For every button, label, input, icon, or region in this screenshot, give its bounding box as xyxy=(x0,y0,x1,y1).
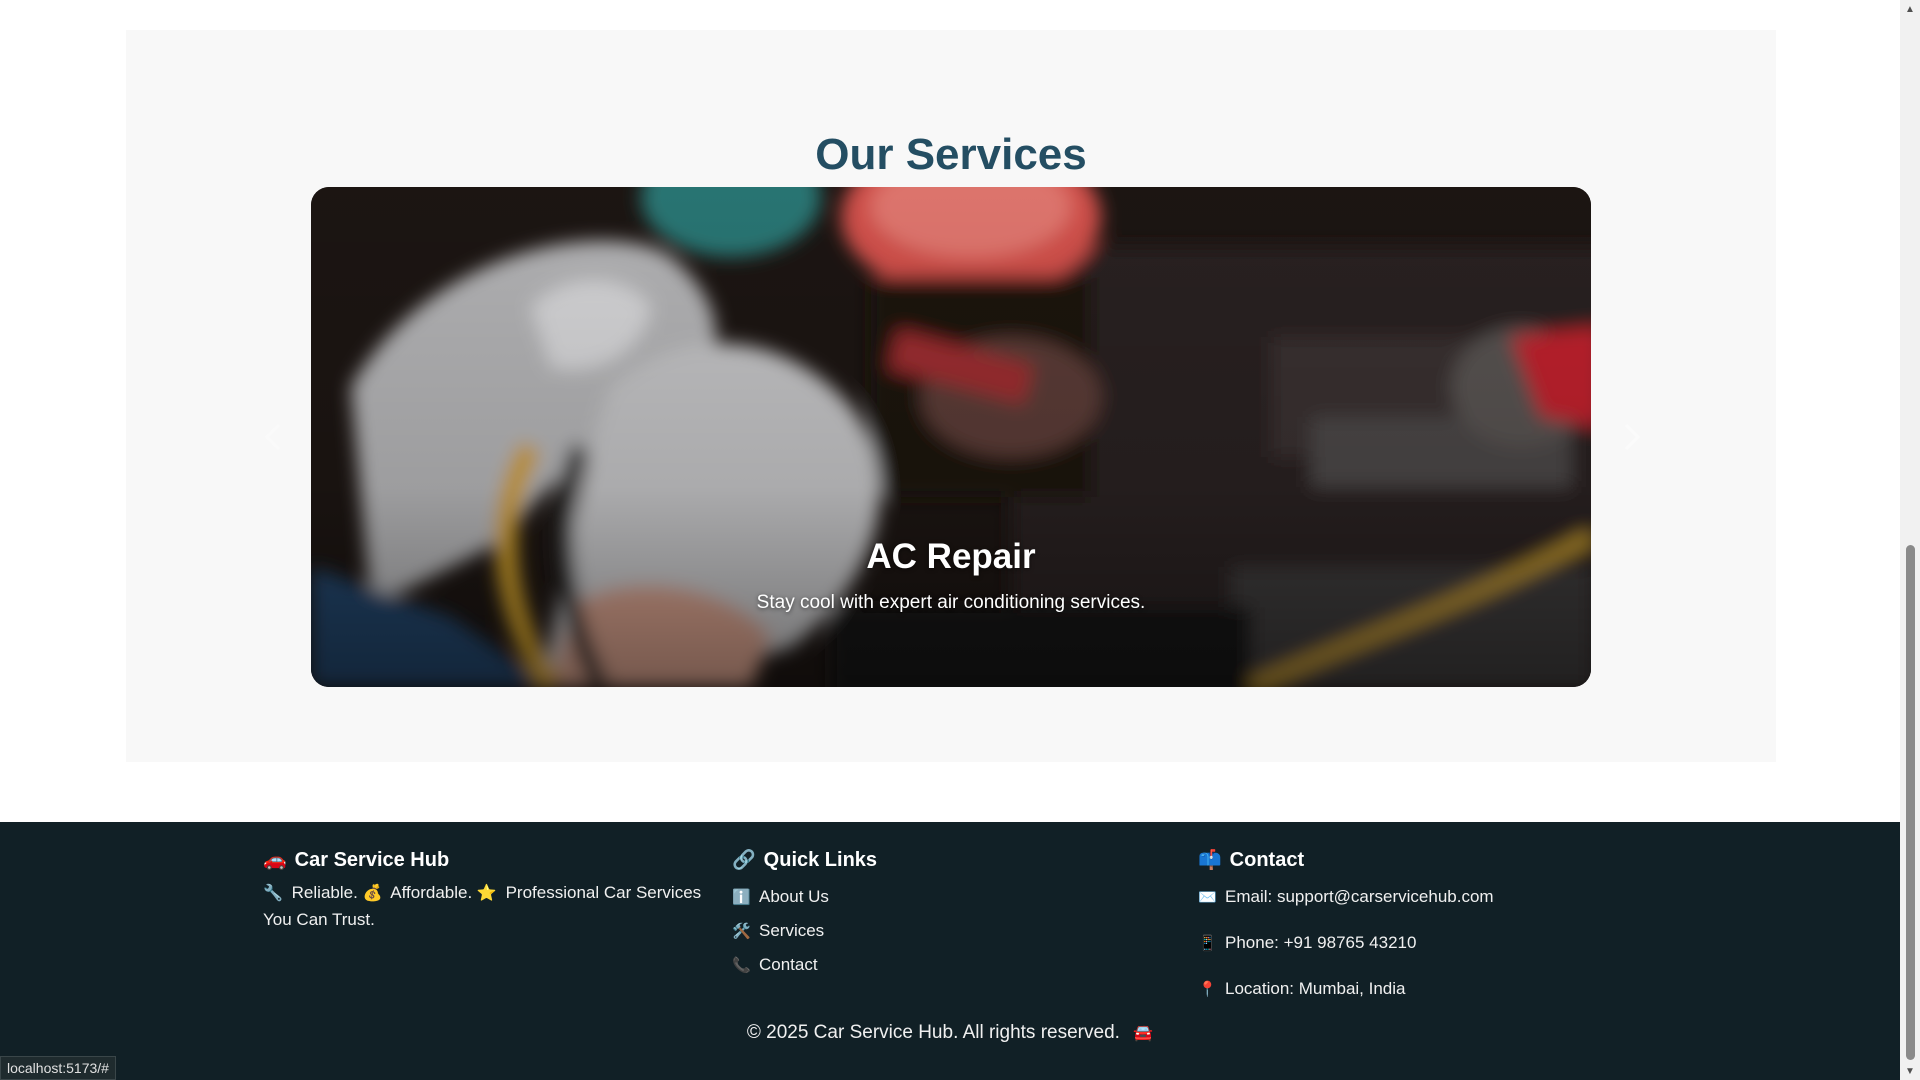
copyright: © 2025 Car Service Hub. All rights reser… xyxy=(0,1022,1900,1044)
contact-link[interactable]: Contact xyxy=(759,955,818,975)
chevron-left-icon xyxy=(264,423,281,451)
tagline-affordable: Affordable. xyxy=(390,883,473,902)
chevron-right-icon xyxy=(1624,423,1641,451)
info-icon: ℹ️ xyxy=(732,889,751,906)
wrench-icon: 🔧 xyxy=(263,885,283,902)
contact-heading: 📫 Contact xyxy=(1198,846,1718,874)
contact-location: 📍 Location: Mumbai, India xyxy=(1198,966,1718,1012)
star-icon: ⭐ xyxy=(476,885,497,902)
footer: 🚗 Car Service Hub 🔧 Reliable. 💰 Affordab… xyxy=(0,822,1900,1080)
footer-brand: 🚗 Car Service Hub 🔧 Reliable. 💰 Affordab… xyxy=(263,846,713,933)
footer-quick-links: 🔗 Quick Links ℹ️ About Us 🛠️ Services 📞 … xyxy=(732,846,1172,982)
envelope-icon: ✉️ xyxy=(1198,889,1217,906)
contact-list: ✉️ Email: support@carservicehub.com 📱 Ph… xyxy=(1198,874,1718,1012)
phone-text: Phone: +91 98765 43210 xyxy=(1225,933,1417,952)
phone-icon: 📞 xyxy=(732,957,751,974)
scrollbar-thumb[interactable] xyxy=(1906,545,1915,1060)
contact-phone: 📱 Phone: +91 98765 43210 xyxy=(1198,920,1718,966)
location-text: Location: Mumbai, India xyxy=(1225,979,1406,998)
tagline-reliable: Reliable. xyxy=(291,883,358,902)
services-section: Our Services AC Repair Stay cool with ex… xyxy=(126,30,1776,762)
car-front-icon: 🚘 xyxy=(1133,1025,1154,1042)
contact-title: Contact xyxy=(1229,848,1305,871)
quick-link-about: ℹ️ About Us xyxy=(732,880,1172,914)
quick-link-services: 🛠️ Services xyxy=(732,914,1172,948)
email-link[interactable]: support@carservicehub.com xyxy=(1277,887,1494,907)
footer-brand-heading: 🚗 Car Service Hub xyxy=(263,846,713,874)
location-pin-icon: 📍 xyxy=(1198,981,1217,998)
email-label: Email: xyxy=(1225,887,1273,906)
slide-title: AC Repair xyxy=(866,537,1036,576)
scroll-up-arrow-icon[interactable]: ▲ xyxy=(1900,0,1920,18)
contact-email: ✉️ Email: support@carservicehub.com xyxy=(1198,874,1718,920)
status-bar-url: localhost:5173/# xyxy=(0,1056,116,1080)
quick-links-list: ℹ️ About Us 🛠️ Services 📞 Contact xyxy=(732,880,1172,982)
services-link[interactable]: Services xyxy=(759,921,824,941)
scroll-down-arrow-icon[interactable]: ▼ xyxy=(1900,1062,1920,1080)
services-carousel[interactable]: AC Repair Stay cool with expert air cond… xyxy=(311,187,1591,687)
quick-link-contact: 📞 Contact xyxy=(732,948,1172,982)
quick-links-title: Quick Links xyxy=(763,848,878,871)
car-icon: 🚗 xyxy=(263,850,287,871)
vertical-scrollbar[interactable]: ▲ ▼ xyxy=(1900,0,1920,1080)
mobile-phone-icon: 📱 xyxy=(1198,935,1217,952)
tools-icon: 🛠️ xyxy=(732,923,751,940)
carousel-prev-button[interactable] xyxy=(257,417,291,457)
footer-contact: 📫 Contact ✉️ Email: support@carservicehu… xyxy=(1198,846,1718,1012)
about-us-link[interactable]: About Us xyxy=(759,887,829,907)
footer-brand-tagline: 🔧 Reliable. 💰 Affordable. ⭐ Professional… xyxy=(263,880,713,933)
page: Our Services AC Repair Stay cool with ex… xyxy=(0,0,1920,1080)
mailbox-icon: 📫 xyxy=(1198,850,1222,871)
copyright-text: © 2025 Car Service Hub. All rights reser… xyxy=(746,1022,1120,1043)
money-bag-icon: 💰 xyxy=(362,885,383,902)
carousel-next-button[interactable] xyxy=(1614,417,1648,457)
footer-brand-title: Car Service Hub xyxy=(294,848,450,871)
services-title: Our Services xyxy=(815,130,1087,179)
slide-description: Stay cool with expert air conditioning s… xyxy=(756,592,1146,613)
quick-links-heading: 🔗 Quick Links xyxy=(732,846,1172,874)
link-icon: 🔗 xyxy=(732,850,756,871)
